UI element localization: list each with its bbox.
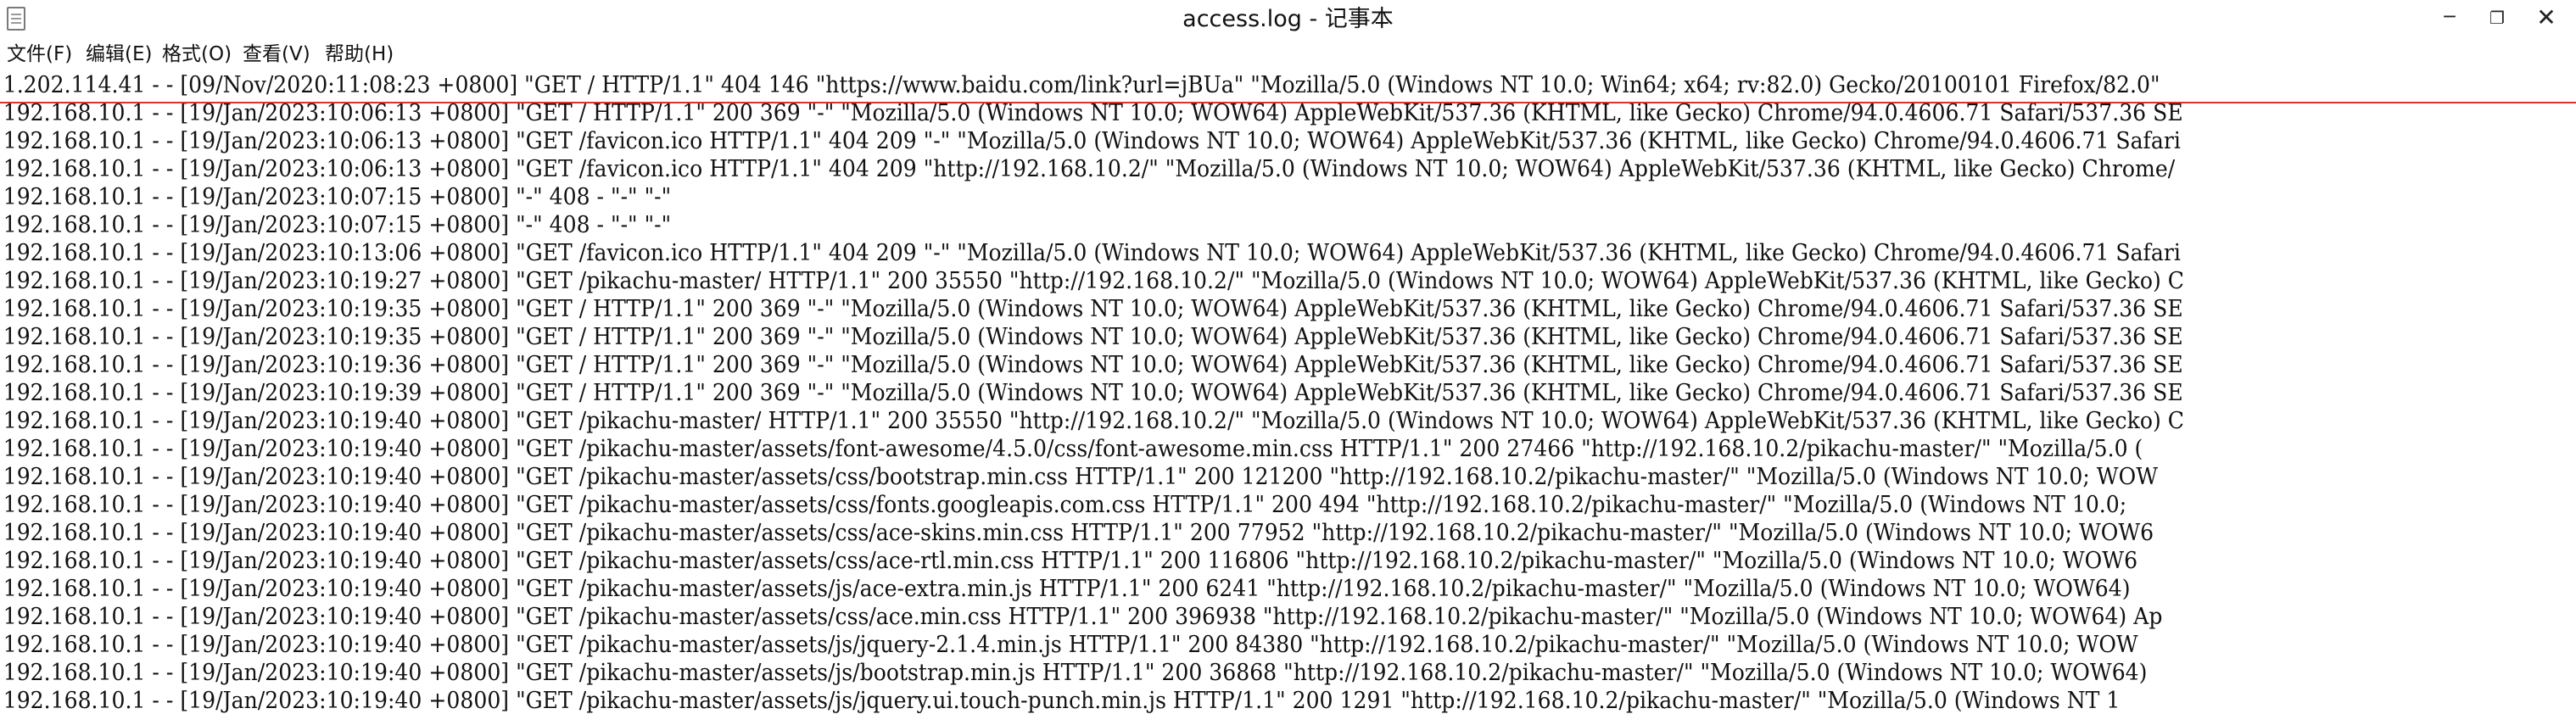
title-bar[interactable]: access.log - 记事本 ─ ❐ ✕ xyxy=(0,0,2576,40)
log-line[interactable]: 192.168.10.1 - - [19/Jan/2023:10:19:40 +… xyxy=(0,435,2395,463)
log-line[interactable]: 192.168.10.1 - - [19/Jan/2023:10:19:35 +… xyxy=(0,295,2395,323)
log-line[interactable]: 192.168.10.1 - - [19/Jan/2023:10:19:35 +… xyxy=(0,323,2395,351)
log-line[interactable]: 192.168.10.1 - - [19/Jan/2023:10:19:40 +… xyxy=(0,463,2395,491)
menu-format[interactable]: 格式(O) xyxy=(162,42,232,66)
menu-help[interactable]: 帮助(H) xyxy=(325,42,394,66)
log-line[interactable]: 192.168.10.1 - - [19/Jan/2023:10:19:40 +… xyxy=(0,491,2395,519)
log-line[interactable]: 192.168.10.1 - - [19/Jan/2023:10:19:40 +… xyxy=(0,547,2395,575)
log-line[interactable]: 192.168.10.1 - - [19/Jan/2023:10:07:15 +… xyxy=(0,183,2395,211)
menu-edit[interactable]: 编辑(E) xyxy=(86,42,152,66)
log-line[interactable]: 192.168.10.1 - - [19/Jan/2023:10:19:40 +… xyxy=(0,407,2395,435)
menu-bar: 文件(F) 编辑(E) 格式(O) 查看(V) 帮助(H) xyxy=(0,39,2576,71)
notepad-window: access.log - 记事本 ─ ❐ ✕ 文件(F) 编辑(E) 格式(O)… xyxy=(0,0,2576,714)
log-line[interactable]: 192.168.10.1 - - [19/Jan/2023:10:19:40 +… xyxy=(0,631,2395,659)
window-title: access.log - 记事本 xyxy=(1182,6,1394,32)
log-line[interactable]: 192.168.10.1 - - [19/Jan/2023:10:19:36 +… xyxy=(0,351,2395,379)
log-line[interactable]: 192.168.10.1 - - [19/Jan/2023:10:19:40 +… xyxy=(0,659,2395,687)
close-button[interactable]: ✕ xyxy=(2528,3,2565,32)
log-line[interactable]: 192.168.10.1 - - [19/Jan/2023:10:19:40 +… xyxy=(0,519,2395,547)
log-line[interactable]: 192.168.10.1 - - [19/Jan/2023:10:19:39 +… xyxy=(0,379,2395,407)
log-line[interactable]: 192.168.10.1 - - [19/Jan/2023:10:19:40 +… xyxy=(0,575,2395,603)
menu-file[interactable]: 文件(F) xyxy=(7,42,72,66)
log-line[interactable]: 192.168.10.1 - - [19/Jan/2023:10:06:13 +… xyxy=(0,127,2395,155)
log-line[interactable]: 192.168.10.1 - - [19/Jan/2023:10:19:40 +… xyxy=(0,603,2395,631)
menu-view[interactable]: 查看(V) xyxy=(243,42,310,66)
restore-button[interactable]: ❐ xyxy=(2478,3,2516,32)
log-line[interactable]: 192.168.10.1 - - [19/Jan/2023:10:19:40 +… xyxy=(0,687,2395,714)
text-editor[interactable]: 1.202.114.41 - - [09/Nov/2020:11:08:23 +… xyxy=(0,71,2576,714)
minimize-button[interactable]: ─ xyxy=(2431,3,2468,32)
log-text[interactable]: 1.202.114.41 - - [09/Nov/2020:11:08:23 +… xyxy=(0,71,2576,714)
log-line[interactable]: 192.168.10.1 - - [19/Jan/2023:10:13:06 +… xyxy=(0,239,2395,267)
log-line[interactable]: 192.168.10.1 - - [19/Jan/2023:10:19:27 +… xyxy=(0,267,2395,295)
log-line[interactable]: 192.168.10.1 - - [19/Jan/2023:10:07:15 +… xyxy=(0,211,2395,239)
log-line[interactable]: 1.202.114.41 - - [09/Nov/2020:11:08:23 +… xyxy=(0,71,2395,99)
log-line[interactable]: 192.168.10.1 - - [19/Jan/2023:10:06:13 +… xyxy=(0,155,2395,183)
red-underline-annotation xyxy=(0,102,2576,103)
